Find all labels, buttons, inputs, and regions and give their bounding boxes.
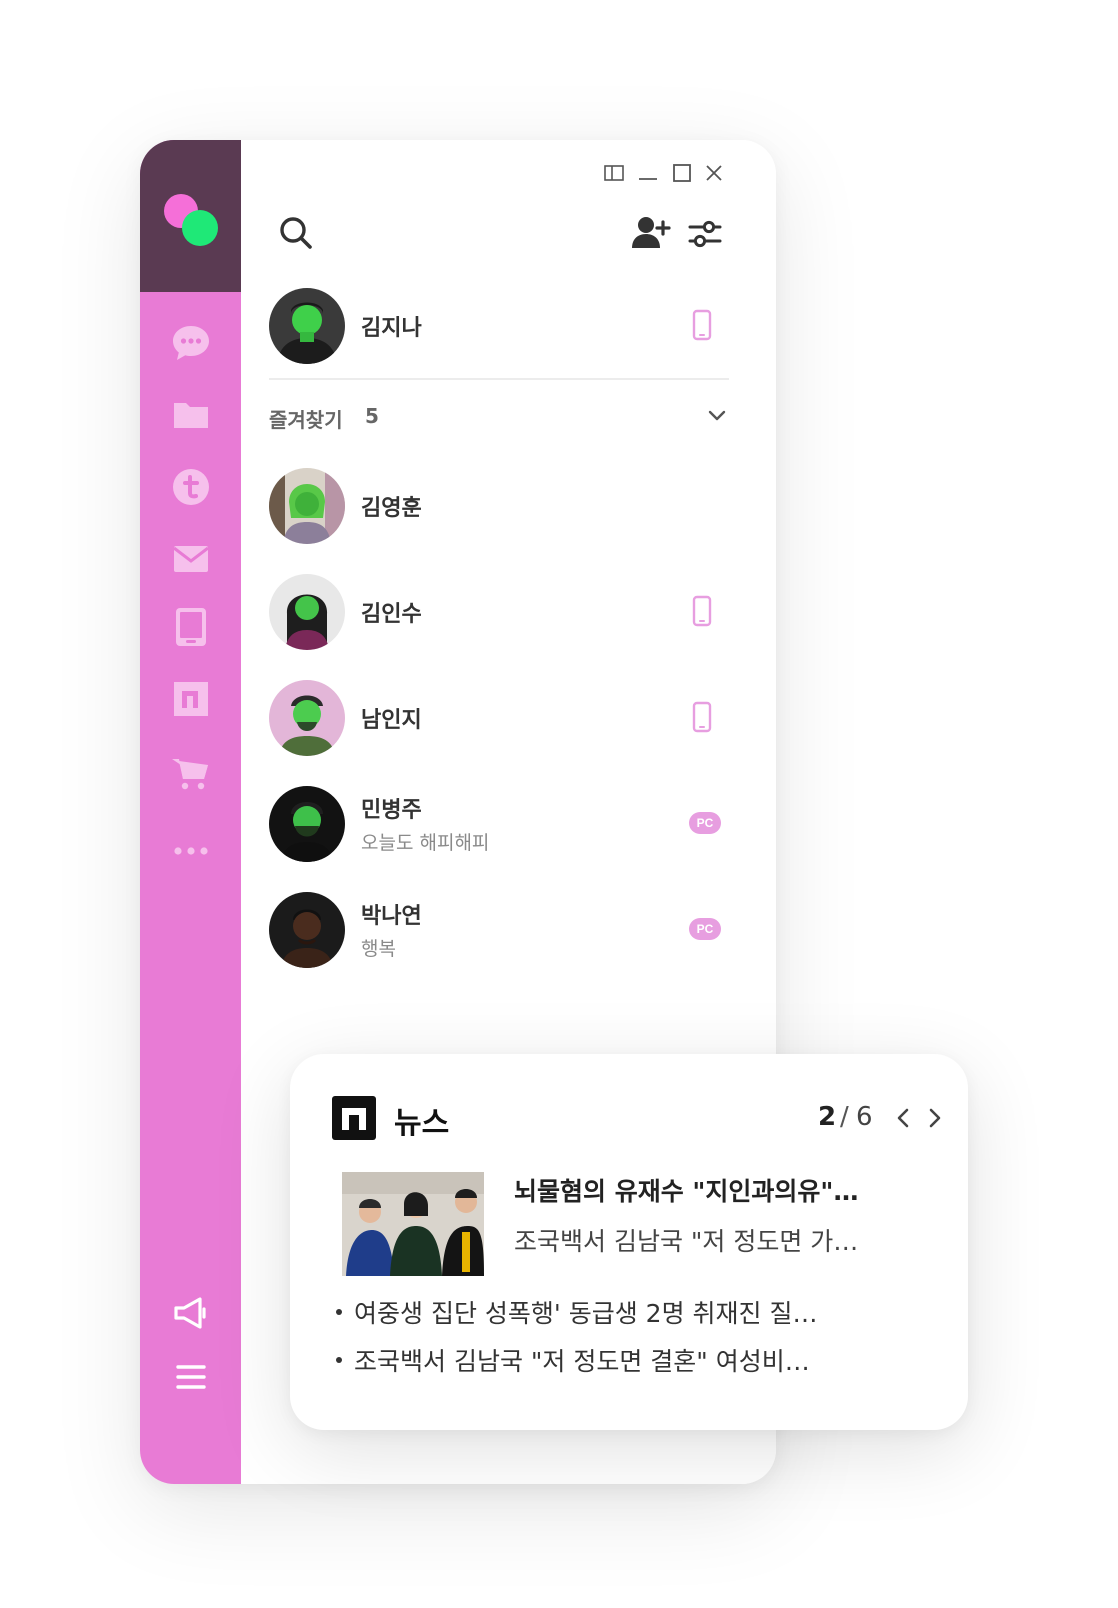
split-view-icon[interactable] <box>601 160 627 186</box>
sidebar-header <box>140 140 241 292</box>
friend-name: 김지나 <box>361 316 422 341</box>
n-square-icon <box>332 1096 376 1140</box>
cart-icon[interactable] <box>170 752 212 794</box>
news-bullet-item[interactable]: 조국백서 김남국 "저 정도면 결혼" 여성비… <box>336 1342 936 1378</box>
avatar[interactable] <box>269 680 345 756</box>
chevron-left-icon[interactable] <box>890 1104 916 1132</box>
avatar[interactable] <box>269 786 345 862</box>
hamburger-menu-icon[interactable] <box>170 1356 212 1398</box>
n-square-icon[interactable] <box>170 678 212 720</box>
divider <box>269 378 729 380</box>
pc-device-badge: PC <box>689 812 721 834</box>
friend-name: 박나연 <box>361 904 422 929</box>
avatar[interactable] <box>269 288 345 364</box>
avatar[interactable] <box>269 574 345 650</box>
favorites-count: 5 <box>365 404 379 428</box>
news-bullet-item[interactable]: 여중생 집단 성폭행' 동급생 2명 취재진 질… <box>336 1294 936 1330</box>
friend-row[interactable]: 김영훈 <box>269 466 729 546</box>
avatar[interactable] <box>269 468 345 544</box>
bullet-dot <box>336 1309 342 1315</box>
chat-bubble-icon[interactable] <box>170 322 212 364</box>
friend-name: 민병주 <box>361 798 422 823</box>
friend-row[interactable]: 김인수 <box>269 572 729 652</box>
minimize-icon[interactable] <box>635 160 661 186</box>
news-thumbnail[interactable] <box>342 1172 484 1276</box>
news-bullet-text: 여중생 집단 성폭행' 동급생 2명 취재진 질… <box>354 1299 818 1328</box>
avatar[interactable] <box>269 892 345 968</box>
logo-green-bubble <box>182 210 218 246</box>
news-subhead[interactable]: 조국백서 김남국 "저 정도면 가… <box>514 1222 924 1258</box>
sliders-icon[interactable] <box>687 216 723 252</box>
news-page-separator: / <box>840 1102 849 1132</box>
search-icon[interactable] <box>277 214 315 252</box>
mail-icon[interactable] <box>170 538 212 580</box>
friend-row[interactable]: 박나연 행복 PC <box>269 890 729 970</box>
news-title: 뉴스 <box>394 1106 450 1141</box>
my-profile-row[interactable]: 김지나 <box>269 286 729 366</box>
friend-status-message: 오늘도 해피해피 <box>361 832 490 854</box>
mobile-device-icon <box>687 594 717 630</box>
t-circle-icon[interactable] <box>170 466 212 508</box>
friend-name: 남인지 <box>361 708 422 733</box>
chevron-down-icon[interactable] <box>705 404 729 428</box>
add-friend-icon[interactable] <box>631 214 673 252</box>
sidebar <box>140 140 241 1484</box>
more-dots-icon[interactable] <box>170 830 212 872</box>
folder-icon[interactable] <box>170 394 212 436</box>
chevron-right-icon[interactable] <box>922 1104 948 1132</box>
close-icon[interactable] <box>701 160 727 186</box>
app-logo-icon[interactable] <box>164 194 220 250</box>
news-page-current: 2 <box>818 1102 837 1132</box>
news-headline[interactable]: 뇌물혐의 유재수 "지인과의유"… <box>514 1172 924 1208</box>
mobile-device-icon <box>687 700 717 736</box>
pc-device-badge: PC <box>689 918 721 940</box>
friend-status-message: 행복 <box>361 938 396 960</box>
favorites-header[interactable]: 즐겨찾기 5 <box>269 402 729 432</box>
tablet-icon[interactable] <box>170 606 212 648</box>
news-card: 뉴스 2 / 6 뇌물혐의 유재수 "지인과의유"… 조국백서 김남국 "저 정… <box>290 1054 968 1430</box>
news-bullet-text: 조국백서 김남국 "저 정도면 결혼" 여성비… <box>354 1347 810 1376</box>
friend-name: 김영훈 <box>361 496 422 521</box>
maximize-icon[interactable] <box>669 160 695 186</box>
bullet-dot <box>336 1357 342 1363</box>
news-page-total: 6 <box>856 1102 873 1132</box>
friend-row[interactable]: 남인지 <box>269 678 729 758</box>
friend-row[interactable]: 민병주 오늘도 해피해피 PC <box>269 784 729 864</box>
mobile-device-icon <box>687 308 717 344</box>
megaphone-icon[interactable] <box>170 1292 212 1334</box>
favorites-label: 즐겨찾기 <box>269 408 343 432</box>
friend-name: 김인수 <box>361 602 422 627</box>
